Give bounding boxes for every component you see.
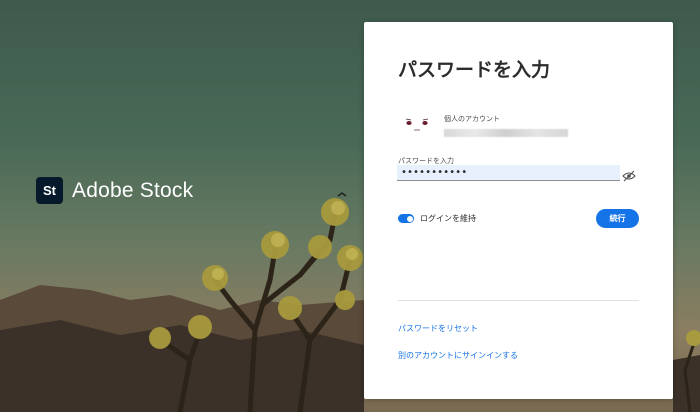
adobe-stock-brand: St Adobe Stock xyxy=(36,177,193,204)
sign-in-other-account-link[interactable]: 別のアカウントにサインインする xyxy=(398,350,518,361)
divider xyxy=(398,300,639,301)
keep-signed-in-label: ログインを維持 xyxy=(420,214,476,223)
account-type-label: 個人のアカウント xyxy=(444,114,500,123)
account-info: 個人のアカウント xyxy=(398,106,568,144)
account-email-blurred xyxy=(444,128,568,137)
password-input[interactable] xyxy=(397,165,620,181)
keep-signed-in-toggle[interactable] xyxy=(398,214,414,223)
reset-password-link[interactable]: パスワードをリセット xyxy=(398,323,478,334)
page-title: パスワードを入力 xyxy=(398,59,551,81)
adobe-stock-logo: St xyxy=(36,177,63,204)
keep-signed-in[interactable]: ログインを維持 xyxy=(398,213,476,224)
avatar-face-icon xyxy=(398,106,436,144)
continue-button[interactable]: 続行 xyxy=(596,209,639,228)
password-card: パスワードを入力 個人のアカウント パスワードを入力 ログインを維持 xyxy=(364,22,673,399)
eye-slash-icon[interactable] xyxy=(622,167,636,182)
brand-name: Adobe Stock xyxy=(72,178,194,202)
